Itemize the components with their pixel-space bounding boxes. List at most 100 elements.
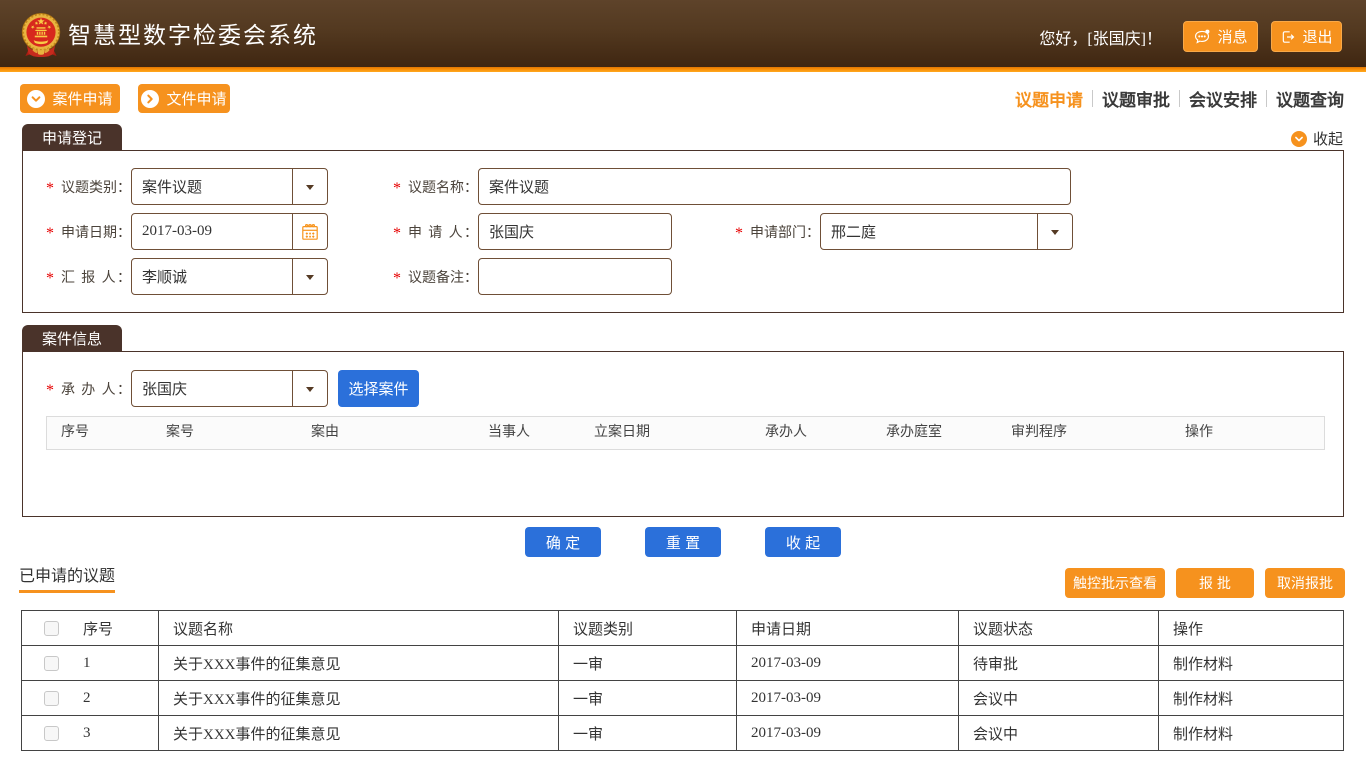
row-action-link[interactable]: 制作材料 <box>1159 716 1344 751</box>
row-topic-name: 关于XXX事件的征集意见 <box>159 646 559 681</box>
user-greeting: 您好，[张国庆]！ <box>1039 25 1162 49</box>
row-apply-date: 2017-03-09 <box>737 646 959 681</box>
applied-topics-table: 序号 议题名称 议题类别 申请日期 议题状态 操作 1 关于XXX事件的征集意见… <box>21 610 1344 751</box>
submit-approve-button[interactable]: 报 批 <box>1176 568 1254 598</box>
logout-button[interactable]: 退出 <box>1271 21 1342 52</box>
table-row: 3 关于XXX事件的征集意见 一审 2017-03-09 会议中 制作材料 <box>22 716 1344 751</box>
row-topic-status: 会议中 <box>959 681 1159 716</box>
row-checkbox[interactable] <box>44 726 59 741</box>
tab-caseinfo-label: 案件信息 <box>42 328 102 349</box>
field-apply-date: * 申请日期： 2017-03-09 <box>46 213 328 250</box>
tab-register[interactable]: 申请登记 <box>22 124 122 150</box>
topic-type-value: 案件议题 <box>132 176 202 197</box>
row-action-link[interactable]: 制作材料 <box>1159 646 1344 681</box>
required-asterisk: * <box>46 225 61 243</box>
collapse-toggle[interactable]: 收起 <box>1291 128 1343 149</box>
case-col-procedure: 审判程序 <box>1011 417 1067 449</box>
message-button-label: 消息 <box>1217 26 1247 47</box>
apply-dept-value: 邢二庭 <box>821 221 876 242</box>
page: 智慧型数字检委会系统 您好，[张国庆]！ 消息 <box>0 0 1366 768</box>
row-topic-type: 一审 <box>559 716 737 751</box>
collapse-toggle-label: 收起 <box>1313 128 1343 149</box>
row-seq: 3 <box>83 725 91 742</box>
case-col-party: 当事人 <box>488 417 530 449</box>
topic-name-input[interactable]: 案件议题 <box>478 168 1071 205</box>
apply-dept-select[interactable]: 邢二庭 <box>820 213 1073 250</box>
nav-item-meeting-arrange[interactable]: 会议安排 <box>1189 86 1257 111</box>
topic-type-select[interactable]: 案件议题 <box>131 168 328 205</box>
nav-separator <box>1092 90 1093 107</box>
col-topic-status: 议题状态 <box>959 611 1159 646</box>
date-picker-button[interactable] <box>292 214 327 249</box>
table-row: 1 关于XXX事件的征集意见 一审 2017-03-09 待审批 制作材料 <box>22 646 1344 681</box>
case-col-caseno: 案号 <box>166 417 194 449</box>
required-asterisk: * <box>46 270 61 288</box>
col-apply-date: 申请日期 <box>737 611 959 646</box>
case-apply-button[interactable]: 案件申请 <box>20 84 120 113</box>
required-asterisk: * <box>393 270 408 288</box>
row-topic-type: 一审 <box>559 681 737 716</box>
touch-view-button[interactable]: 触控批示查看 <box>1065 568 1165 598</box>
nav-item-topic-apply[interactable]: 议题申请 <box>1015 86 1083 111</box>
nav-item-topic-approve[interactable]: 议题审批 <box>1102 86 1170 111</box>
row-apply-date: 2017-03-09 <box>737 681 959 716</box>
field-topic-name-label: 议题名称： <box>408 177 478 197</box>
nav-item-topic-query[interactable]: 议题查询 <box>1276 86 1344 111</box>
app-title: 智慧型数字检委会系统 <box>68 2 318 69</box>
row-topic-status: 待审批 <box>959 646 1159 681</box>
chevron-down-circle-icon <box>27 90 45 108</box>
row-seq: 2 <box>83 690 91 707</box>
case-col-filing-date: 立案日期 <box>594 417 650 449</box>
field-apply-date-label: 申请日期： <box>61 222 131 242</box>
field-topic-type: * 议题类别： 案件议题 <box>46 168 328 205</box>
reset-button[interactable]: 重 置 <box>645 527 721 557</box>
required-asterisk: * <box>393 225 408 243</box>
collapse-button[interactable]: 收 起 <box>765 527 841 557</box>
select-all-checkbox[interactable] <box>44 621 59 636</box>
required-asterisk: * <box>393 180 408 198</box>
logout-icon <box>1280 29 1296 45</box>
select-case-button[interactable]: 选择案件 <box>338 370 419 407</box>
select-caret-box[interactable] <box>1037 214 1072 249</box>
file-apply-label: 文件申请 <box>166 88 226 109</box>
select-caret-box[interactable] <box>292 259 327 294</box>
row-action-link[interactable]: 制作材料 <box>1159 681 1344 716</box>
reporter-value: 李顺诚 <box>132 266 187 287</box>
topic-note-input[interactable] <box>478 258 672 295</box>
required-asterisk: * <box>735 225 750 243</box>
message-button[interactable]: 消息 <box>1183 21 1258 52</box>
row-checkbox[interactable] <box>44 691 59 706</box>
select-caret-box[interactable] <box>292 371 327 406</box>
file-apply-button[interactable]: 文件申请 <box>138 84 230 113</box>
field-reporter: * 汇 报 人： 李顺诚 <box>46 258 328 295</box>
tab-register-label: 申请登记 <box>42 127 102 148</box>
caret-down-icon <box>306 275 314 280</box>
field-topic-name: * 议题名称： 案件议题 <box>393 168 1071 205</box>
col-seq: 序号 <box>83 618 113 639</box>
field-applicant: * 申 请 人： 张国庆 <box>393 213 672 250</box>
topic-name-value: 案件议题 <box>479 176 549 197</box>
row-checkbox[interactable] <box>44 656 59 671</box>
select-caret-box[interactable] <box>292 169 327 204</box>
col-action: 操作 <box>1159 611 1344 646</box>
collapse-circle-icon <box>1291 131 1307 147</box>
field-topic-type-label: 议题类别： <box>61 177 131 197</box>
field-applicant-label: 申 请 人： <box>408 222 478 242</box>
case-col-action: 操作 <box>1185 417 1213 449</box>
caret-down-icon <box>1051 230 1059 235</box>
required-asterisk: * <box>46 180 61 198</box>
apply-date-value: 2017-03-09 <box>132 223 212 240</box>
apply-date-input[interactable]: 2017-03-09 <box>131 213 328 250</box>
confirm-button[interactable]: 确 定 <box>525 527 601 557</box>
tab-caseinfo[interactable]: 案件信息 <box>22 325 122 351</box>
cancel-approve-button[interactable]: 取消报批 <box>1265 568 1345 598</box>
col-topic-name: 议题名称 <box>159 611 559 646</box>
field-undertaker: * 承 办 人： 张国庆 <box>46 370 328 407</box>
reporter-select[interactable]: 李顺诚 <box>131 258 328 295</box>
field-topic-note: * 议题备注： <box>393 258 672 295</box>
undertaker-select[interactable]: 张国庆 <box>131 370 328 407</box>
applied-topics-title: 已申请的议题 <box>19 562 115 593</box>
applicant-input[interactable]: 张国庆 <box>478 213 672 250</box>
applicant-value: 张国庆 <box>479 221 534 242</box>
case-apply-label: 案件申请 <box>52 88 112 109</box>
